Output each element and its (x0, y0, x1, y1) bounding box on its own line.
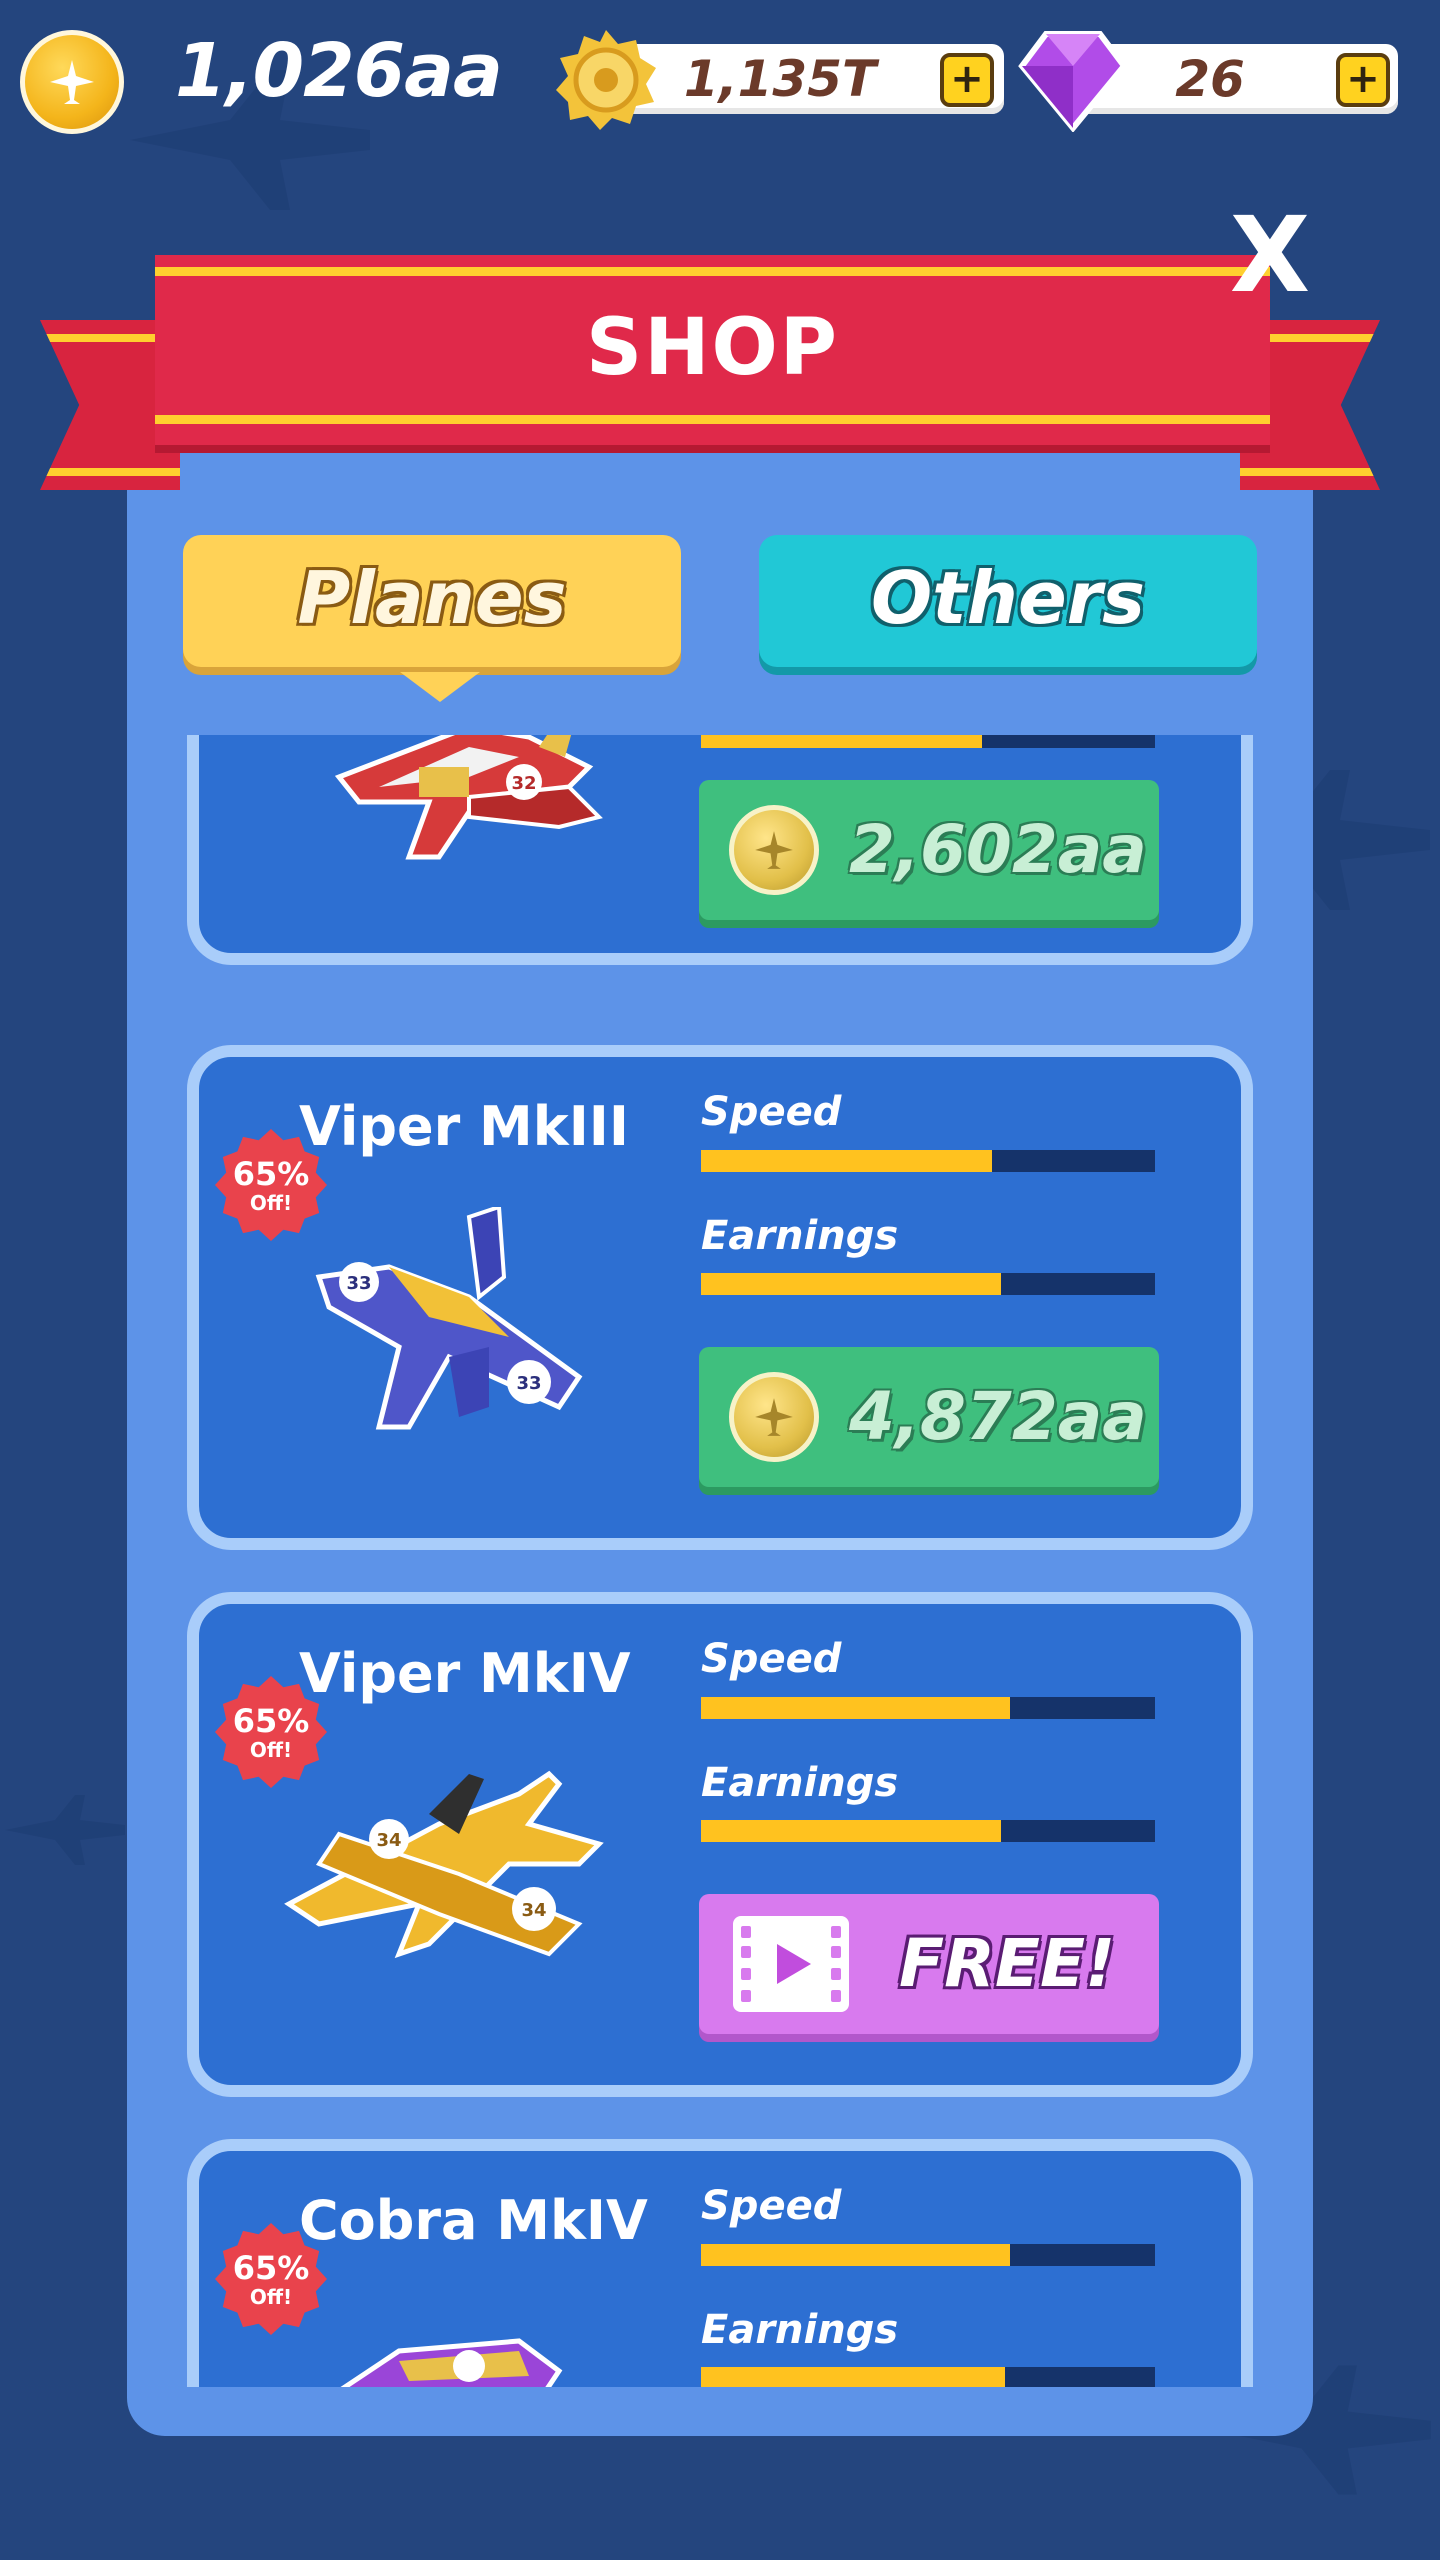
plane-name: Cobra MkIV (299, 2189, 648, 2252)
discount-percent: 65% (232, 2249, 310, 2287)
discount-percent: 65% (232, 1702, 310, 1740)
earnings-label: Earnings (701, 1760, 899, 1806)
plane-34-icon: 34 34 (284, 1770, 604, 1959)
plane-card: Cobra MkIV 65% Off! Speed Earnings (187, 2139, 1253, 2387)
tab-others[interactable]: Others (759, 535, 1257, 667)
plane-35-icon (340, 2338, 563, 2387)
plane-list[interactable]: 32 2,602aa Viper MkIII 65% Off! Speed Ea… (127, 735, 1313, 2387)
earnings-bar-fill (701, 735, 983, 748)
watch-ad-free-button[interactable]: FREE! (699, 1894, 1159, 2034)
plane-card: Viper MkIV 65% Off! Speed Earnings 34 34 (187, 1592, 1253, 2097)
speed-label: Speed (701, 2183, 842, 2229)
close-button[interactable]: X (1228, 203, 1312, 307)
svg-text:32: 32 (511, 773, 536, 794)
svg-text:33: 33 (516, 1373, 541, 1394)
shop-ribbon: SHOP (155, 255, 1270, 445)
earnings-bar (701, 1820, 1155, 1842)
top-bar: 1,026aa 1,135T + 26 + (0, 0, 1440, 160)
speed-bar-fill (701, 1150, 992, 1172)
gem-icon (1018, 28, 1128, 133)
svg-text:34: 34 (376, 1830, 401, 1851)
speed-label: Speed (701, 1636, 842, 1682)
speed-label: Speed (701, 1089, 842, 1135)
svg-text:33: 33 (346, 1273, 371, 1294)
plane-coin-icon (729, 1372, 819, 1462)
add-gems-button[interactable]: + (1336, 53, 1390, 107)
plane-coin-icon (20, 30, 124, 134)
gold-pill: 1,135T + (600, 44, 1004, 114)
earnings-label: Earnings (701, 1213, 899, 1259)
earnings-bar (701, 735, 1155, 748)
plane-name: Viper MkIII (299, 1095, 629, 1158)
price-label: 4,872aa (849, 1378, 1147, 1455)
video-icon (733, 1916, 849, 2012)
earnings-bar-fill (701, 1273, 1001, 1295)
speed-bar (701, 2244, 1155, 2266)
price-label: 2,602aa (849, 811, 1147, 888)
speed-bar-fill (701, 1697, 1010, 1719)
earnings-bar (701, 2367, 1155, 2387)
add-gold-button[interactable]: + (940, 53, 994, 107)
plane-card: 32 2,602aa (187, 735, 1253, 965)
tab-planes-label: Planes (297, 556, 567, 640)
discount-off-label: Off! (249, 2285, 293, 2309)
plane-coin-icon (729, 805, 819, 895)
shop-title: SHOP (586, 303, 839, 393)
buy-button[interactable]: 2,602aa (699, 780, 1159, 920)
plane-32-icon: 32 (334, 735, 603, 860)
gold-value: 1,135T (683, 50, 877, 108)
background-plane-icon (5, 1795, 125, 1865)
speed-bar (701, 1150, 1155, 1172)
earnings-bar (701, 1273, 1155, 1295)
svg-text:34: 34 (521, 1900, 546, 1921)
plane-33-icon: 33 33 (315, 1207, 583, 1430)
speed-bar-fill (701, 2244, 1010, 2266)
tab-others-label: Others (870, 556, 1146, 640)
earnings-bar-fill (701, 2367, 1006, 2387)
plane-card: Viper MkIII 65% Off! Speed Earnings 33 3… (187, 1045, 1253, 1550)
gold-medal-icon (556, 30, 656, 130)
earnings-label: Earnings (701, 2307, 899, 2353)
speed-bar (701, 1697, 1155, 1719)
discount-percent: 65% (232, 1155, 310, 1193)
gem-value: 26 (1175, 50, 1245, 108)
money-counter: 1,026aa (175, 28, 503, 114)
tab-planes[interactable]: Planes (183, 535, 681, 667)
buy-button[interactable]: 4,872aa (699, 1347, 1159, 1487)
earnings-bar-fill (701, 1820, 1001, 1842)
active-tab-pointer (400, 672, 480, 702)
free-label: FREE! (899, 1925, 1116, 2002)
plane-name: Viper MkIV (299, 1642, 631, 1705)
